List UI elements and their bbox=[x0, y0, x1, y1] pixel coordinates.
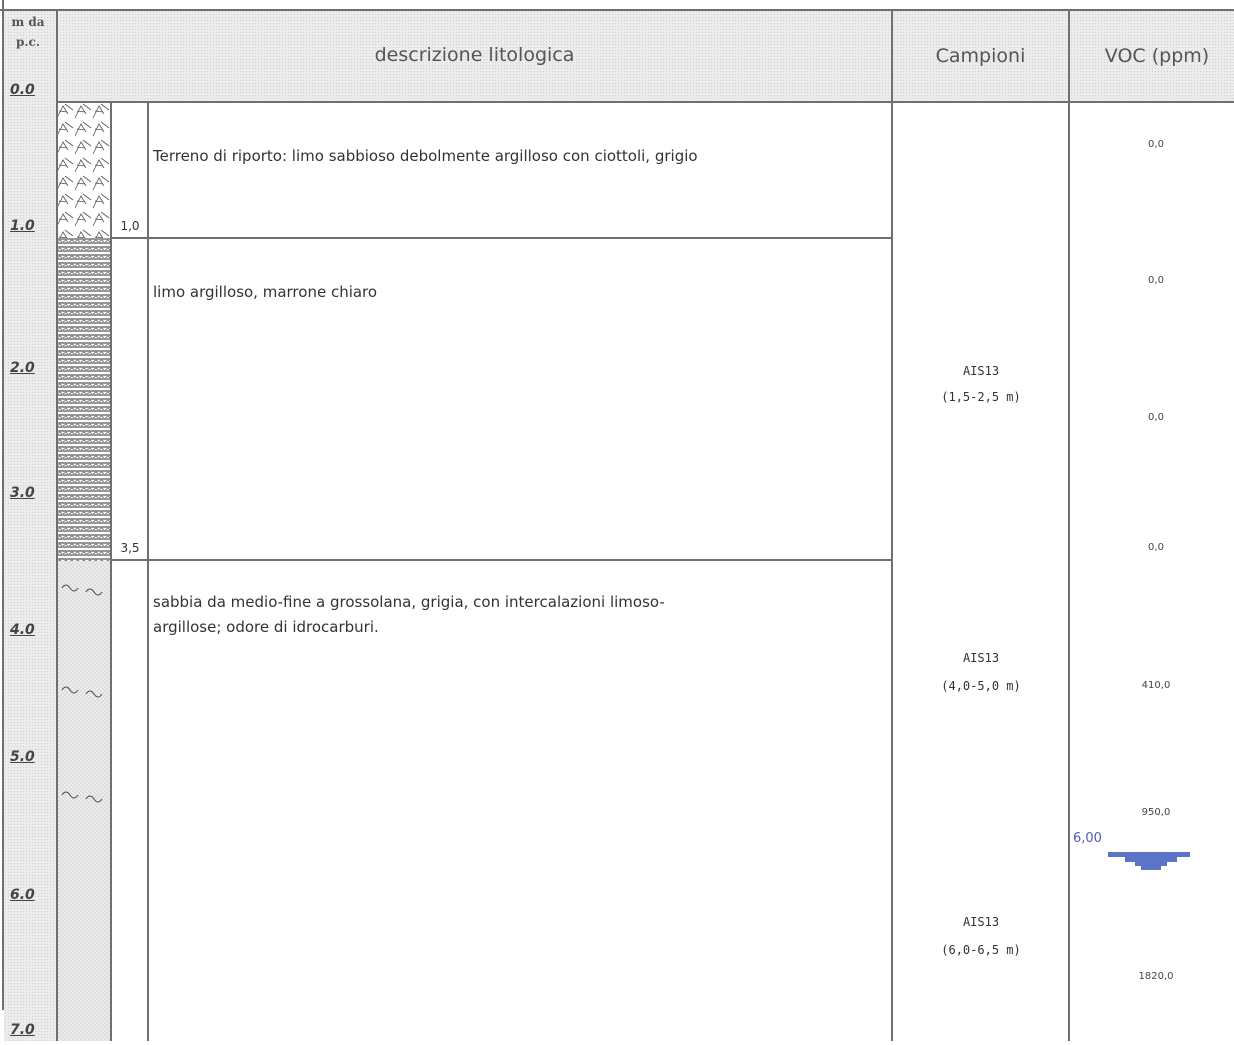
depth-label-3: 3.0 bbox=[10, 485, 35, 501]
water-level-label: 6,00 bbox=[1073, 831, 1102, 846]
top-border bbox=[0, 9, 1234, 11]
sample-3: AIS13 (6,0-6,5 m) bbox=[895, 908, 1067, 964]
sample-1-name: AIS13 bbox=[962, 364, 1000, 378]
depth-header: m da p.c. bbox=[6, 12, 50, 52]
voc-reading: 410,0 bbox=[1141, 680, 1171, 691]
layer2-bottom-border bbox=[110, 559, 892, 561]
sample-2: AIS13 (4,0-5,0 m) bbox=[895, 644, 1067, 700]
layer2-bottom-depth: 3,5 bbox=[120, 541, 140, 555]
layer2-description: limo argilloso, marrone chiaro bbox=[153, 283, 378, 301]
layer1-description: Terreno di riporto: limo sabbioso debolm… bbox=[153, 147, 698, 165]
depth-label-7: 7.0 bbox=[10, 1022, 35, 1038]
voc-reading: 0,0 bbox=[1148, 412, 1164, 423]
fill-symbol bbox=[56, 102, 111, 238]
depth-header-line1: m da bbox=[11, 15, 45, 29]
voc-reading: 0,0 bbox=[1148, 139, 1164, 150]
layer1-bottom-border bbox=[110, 237, 892, 239]
depth-label-1: 1.0 bbox=[10, 218, 35, 234]
depth-column-border bbox=[56, 10, 58, 1041]
layer1-bottom-depth: 1,0 bbox=[120, 219, 140, 233]
description-column-border bbox=[891, 10, 893, 1041]
voc-reading: 0,0 bbox=[1148, 275, 1164, 286]
depth-header-line2: p.c. bbox=[15, 35, 41, 49]
voc-reading: 950,0 bbox=[1141, 807, 1171, 818]
symbol-column-border bbox=[110, 102, 112, 1041]
depth-label-5: 5.0 bbox=[10, 749, 35, 765]
samples-column-border bbox=[1068, 10, 1070, 1041]
layer3-description: sabbia da medio-fine a grossolana, grigi… bbox=[153, 590, 665, 640]
silty-clay-symbol bbox=[56, 238, 111, 561]
sample-1: AIS13 (1,5-2,5 m) bbox=[895, 358, 1067, 410]
sample-3-name: AIS13 bbox=[962, 915, 1000, 929]
water-level-icon bbox=[1108, 852, 1190, 870]
depth-label-2: 2.0 bbox=[10, 360, 35, 376]
voc-reading: 0,0 bbox=[1148, 542, 1164, 553]
sample-3-range: (6,0-6,5 m) bbox=[941, 943, 1021, 957]
left-outer-border bbox=[2, 0, 4, 1010]
header-bottom-border bbox=[56, 101, 1234, 103]
voc-header: VOC (ppm) bbox=[1104, 45, 1210, 67]
sample-2-range: (4,0-5,0 m) bbox=[941, 679, 1021, 693]
sand-symbol bbox=[56, 561, 111, 1041]
borehole-log: m da p.c. descrizione litologica Campion… bbox=[0, 0, 1234, 1041]
description-header: descrizione litologica bbox=[374, 44, 575, 66]
sample-1-range: (1,5-2,5 m) bbox=[941, 390, 1021, 404]
depth-label-6: 6.0 bbox=[10, 887, 35, 903]
lithology-symbol-column bbox=[56, 102, 111, 1041]
layer3-description-line2: argillose; odore di idrocarburi. bbox=[153, 618, 379, 636]
samples-header: Campioni bbox=[935, 45, 1026, 67]
depth-label-4: 4.0 bbox=[10, 622, 35, 638]
thickness-column-border bbox=[147, 102, 149, 1041]
layer3-description-line1: sabbia da medio-fine a grossolana, grigi… bbox=[153, 593, 665, 611]
lithology-svg bbox=[56, 102, 111, 1041]
sample-2-name: AIS13 bbox=[962, 651, 1000, 665]
depth-label-0: 0.0 bbox=[10, 82, 35, 98]
voc-reading: 1820,0 bbox=[1138, 971, 1174, 982]
